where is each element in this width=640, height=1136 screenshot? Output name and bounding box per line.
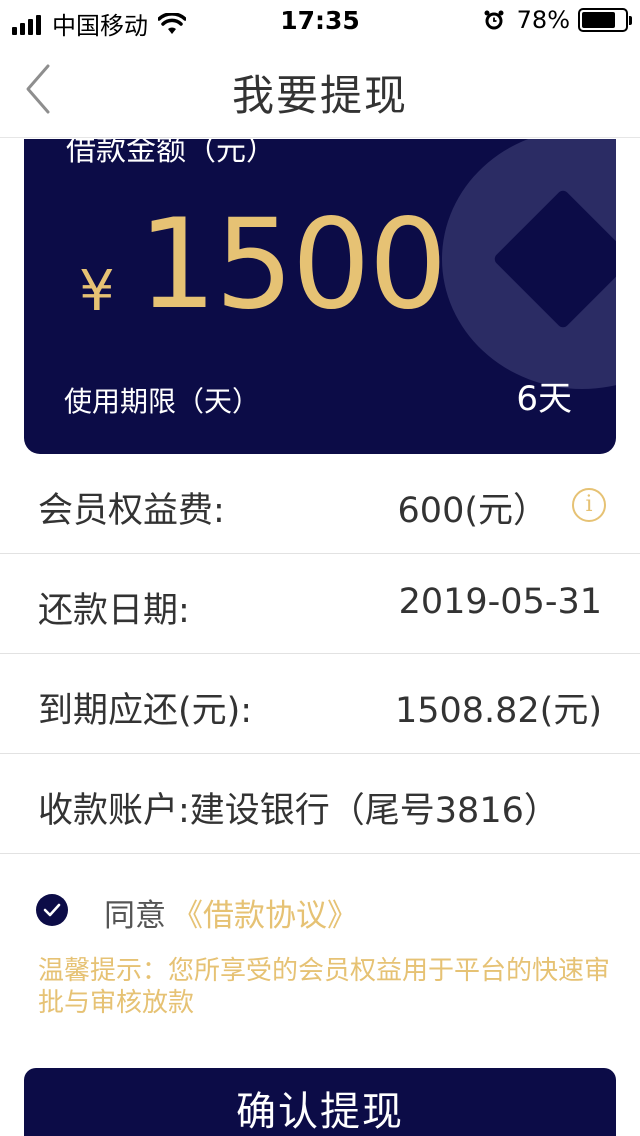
info-icon[interactable]: i: [572, 488, 606, 522]
receiving-account-text: 收款账户:建设银行（尾号3816）: [38, 791, 559, 831]
screen: 中国移动 17:35 78% 我要提现 借款金额（元） ¥ 1500 使用期限（…: [0, 0, 640, 1136]
period-value: 6天: [516, 379, 572, 419]
loan-amount-card: 借款金额（元） ¥ 1500 使用期限（天） 6天: [24, 139, 616, 454]
battery-icon: [578, 8, 632, 32]
period-label: 使用期限（天）: [64, 385, 261, 418]
page-title: 我要提现: [231, 71, 408, 120]
status-right: 78%: [483, 6, 632, 34]
loan-agreement-link[interactable]: 《借款协议》: [172, 890, 358, 935]
battery-percent: 78%: [516, 6, 570, 34]
status-bar: 中国移动 17:35 78%: [0, 0, 640, 40]
membership-fee-row: 会员权益费: 600(元） i: [0, 454, 640, 554]
repayment-date-row: 还款日期: 2019-05-31: [0, 554, 640, 654]
warm-tip: 温馨提示：您所享受的会员权益用于平台的快速审批与审核放款: [38, 956, 611, 1018]
battery-fill: [582, 12, 615, 28]
amount-due-value: 1508.82(元): [394, 691, 602, 731]
membership-fee-label: 会员权益费:: [38, 491, 225, 531]
agreement-checkbox[interactable]: [36, 894, 68, 926]
currency-symbol: ¥: [79, 259, 115, 324]
amount-due-row: 到期应还(元): 1508.82(元): [0, 654, 640, 754]
receiving-account-row: 收款账户:建设银行（尾号3816）: [0, 754, 640, 854]
checkmark-icon: [43, 903, 61, 917]
nav-bar: 我要提现: [0, 40, 640, 138]
amount-due-label: 到期应还(元):: [38, 691, 253, 731]
loan-amount-label: 借款金额（元）: [66, 139, 276, 168]
membership-fee-value: 600(元）: [397, 491, 548, 531]
confirm-withdraw-button[interactable]: 确认提现: [24, 1068, 616, 1136]
loan-amount: 1500: [138, 193, 448, 337]
repayment-date-value: 2019-05-31: [398, 582, 602, 622]
repayment-date-label: 还款日期:: [38, 591, 190, 631]
alarm-icon: [484, 10, 504, 30]
agreement-text: 同意: [104, 898, 166, 934]
